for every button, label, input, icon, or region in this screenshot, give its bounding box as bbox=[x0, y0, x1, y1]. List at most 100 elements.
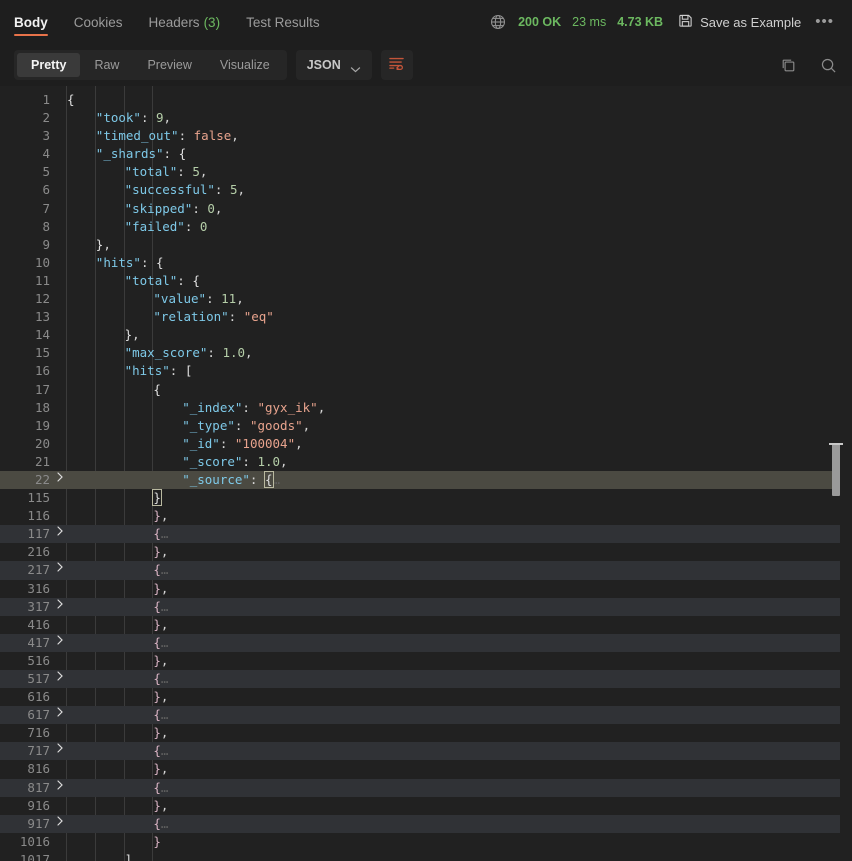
tab-body[interactable]: Body bbox=[14, 0, 61, 44]
code-line: 11 "total": { bbox=[0, 272, 840, 290]
code-line-text: }, bbox=[67, 797, 840, 815]
code-line: 16 "hits": [ bbox=[0, 362, 840, 380]
view-mode-segmented-control: Pretty Raw Preview Visualize bbox=[14, 50, 287, 80]
line-number: 22 bbox=[34, 471, 50, 487]
token-brp: } bbox=[153, 725, 161, 741]
tab-test-results[interactable]: Test Results bbox=[233, 0, 333, 44]
token-p: : bbox=[249, 471, 265, 487]
code-line: 1017] bbox=[0, 851, 840, 861]
token-boxed: { bbox=[264, 470, 274, 488]
code-line: 4 "_shards": { bbox=[0, 145, 840, 163]
view-visualize[interactable]: Visualize bbox=[206, 53, 284, 77]
token-k: "_shards" bbox=[95, 146, 164, 162]
token-s: "100004" bbox=[234, 435, 296, 451]
token-n: 1.0 bbox=[257, 453, 281, 469]
line-number: 317 bbox=[27, 598, 50, 614]
token-p: , bbox=[160, 616, 169, 632]
token-el: … bbox=[160, 562, 169, 578]
token-brp: } bbox=[153, 508, 161, 524]
more-options-button[interactable]: ••• bbox=[811, 14, 838, 29]
token-b: false bbox=[193, 128, 232, 144]
code-line: 14}, bbox=[0, 326, 840, 344]
view-pretty[interactable]: Pretty bbox=[17, 53, 81, 77]
token-p: , bbox=[317, 399, 326, 415]
chevron-down-icon bbox=[350, 62, 361, 72]
vertical-scrollbar-track[interactable] bbox=[829, 86, 843, 861]
token-brp: { bbox=[153, 598, 161, 614]
copy-icon[interactable] bbox=[778, 55, 798, 75]
line-number: 11 bbox=[34, 272, 50, 288]
code-line: 417 {… bbox=[0, 633, 840, 652]
tab-headers[interactable]: Headers (3) bbox=[136, 0, 234, 44]
code-line: 5 "total": 5, bbox=[0, 163, 840, 181]
line-number: 1 bbox=[42, 92, 50, 107]
line-number: 517 bbox=[27, 671, 50, 686]
expand-chevron-icon[interactable] bbox=[53, 471, 67, 489]
token-n: 5 bbox=[229, 182, 238, 198]
format-select[interactable]: JSON bbox=[295, 50, 372, 80]
expand-chevron-icon[interactable] bbox=[53, 706, 67, 724]
code-line: 17 { bbox=[0, 381, 840, 399]
line-number: 216 bbox=[27, 544, 50, 560]
expand-chevron-icon[interactable] bbox=[53, 670, 67, 688]
line-number: 816 bbox=[27, 761, 50, 777]
line-number: 12 bbox=[34, 291, 50, 307]
tab-cookies[interactable]: Cookies bbox=[61, 0, 136, 44]
token-brp: { bbox=[153, 634, 161, 650]
code-line: 917 {… bbox=[0, 814, 840, 833]
code-line-text: { bbox=[67, 381, 840, 399]
code-line-text: {… bbox=[67, 742, 840, 760]
view-raw[interactable]: Raw bbox=[80, 53, 133, 77]
wrap-lines-icon bbox=[388, 56, 405, 75]
code-line-text: "_score": 1.0, bbox=[67, 453, 840, 471]
expand-chevron-icon[interactable] bbox=[53, 525, 67, 543]
token-brp: } bbox=[153, 580, 161, 596]
code-line: 22 "_source": {… bbox=[0, 470, 840, 490]
code-line: 6 "successful": 5, bbox=[0, 181, 840, 199]
expand-chevron-icon[interactable] bbox=[53, 634, 67, 652]
postman-response-pane: Body Cookies Headers (3) Test Results 200 OK… bbox=[0, 0, 852, 861]
token-p: , bbox=[231, 128, 239, 144]
wrap-lines-button[interactable] bbox=[380, 50, 413, 80]
code-line-text: }, bbox=[67, 580, 840, 598]
code-line: 516}, bbox=[0, 652, 840, 670]
token-p: : bbox=[184, 218, 200, 234]
code-line-text: "total": { bbox=[67, 272, 840, 290]
code-line-text: "took": 9, bbox=[67, 109, 840, 127]
expand-chevron-icon[interactable] bbox=[53, 561, 67, 579]
code-line-text: "max_score": 1.0, bbox=[67, 344, 840, 362]
view-preview[interactable]: Preview bbox=[133, 53, 205, 77]
token-p: , bbox=[245, 345, 253, 361]
token-brp: } bbox=[153, 833, 161, 849]
line-number: 17 bbox=[34, 381, 50, 397]
code-line-text: }, bbox=[67, 616, 840, 634]
line-number: 2 bbox=[42, 110, 50, 126]
tab-count-badge: (3) bbox=[203, 14, 221, 30]
token-el: … bbox=[160, 779, 169, 795]
token-k: "value" bbox=[153, 291, 207, 307]
code-line-text: }, bbox=[67, 760, 840, 778]
token-br: { bbox=[156, 254, 164, 270]
search-icon[interactable] bbox=[818, 55, 838, 75]
line-number: 10 bbox=[34, 254, 50, 270]
expand-chevron-icon[interactable] bbox=[53, 742, 67, 760]
line-number: 5 bbox=[42, 164, 50, 180]
tab-label: Test Results bbox=[246, 14, 320, 30]
token-n: 5 bbox=[192, 164, 200, 180]
token-el: … bbox=[272, 471, 281, 487]
token-p: : bbox=[214, 182, 230, 198]
line-number: 717 bbox=[27, 743, 50, 759]
expand-chevron-icon[interactable] bbox=[53, 598, 67, 616]
code-line: 9}, bbox=[0, 236, 840, 254]
token-br: { bbox=[192, 272, 200, 288]
vertical-scrollbar-thumb[interactable] bbox=[829, 443, 843, 496]
expand-chevron-icon[interactable] bbox=[53, 815, 67, 833]
code-line: 18 "_index": "gyx_ik", bbox=[0, 399, 840, 417]
token-brp: } bbox=[153, 544, 161, 560]
code-line: 317 {… bbox=[0, 597, 840, 616]
code-line-text: {… bbox=[67, 779, 840, 797]
code-line: 115} bbox=[0, 489, 840, 507]
token-p: : bbox=[234, 417, 250, 433]
save-as-example-button[interactable]: Save as Example bbox=[678, 13, 801, 31]
expand-chevron-icon[interactable] bbox=[53, 779, 67, 797]
